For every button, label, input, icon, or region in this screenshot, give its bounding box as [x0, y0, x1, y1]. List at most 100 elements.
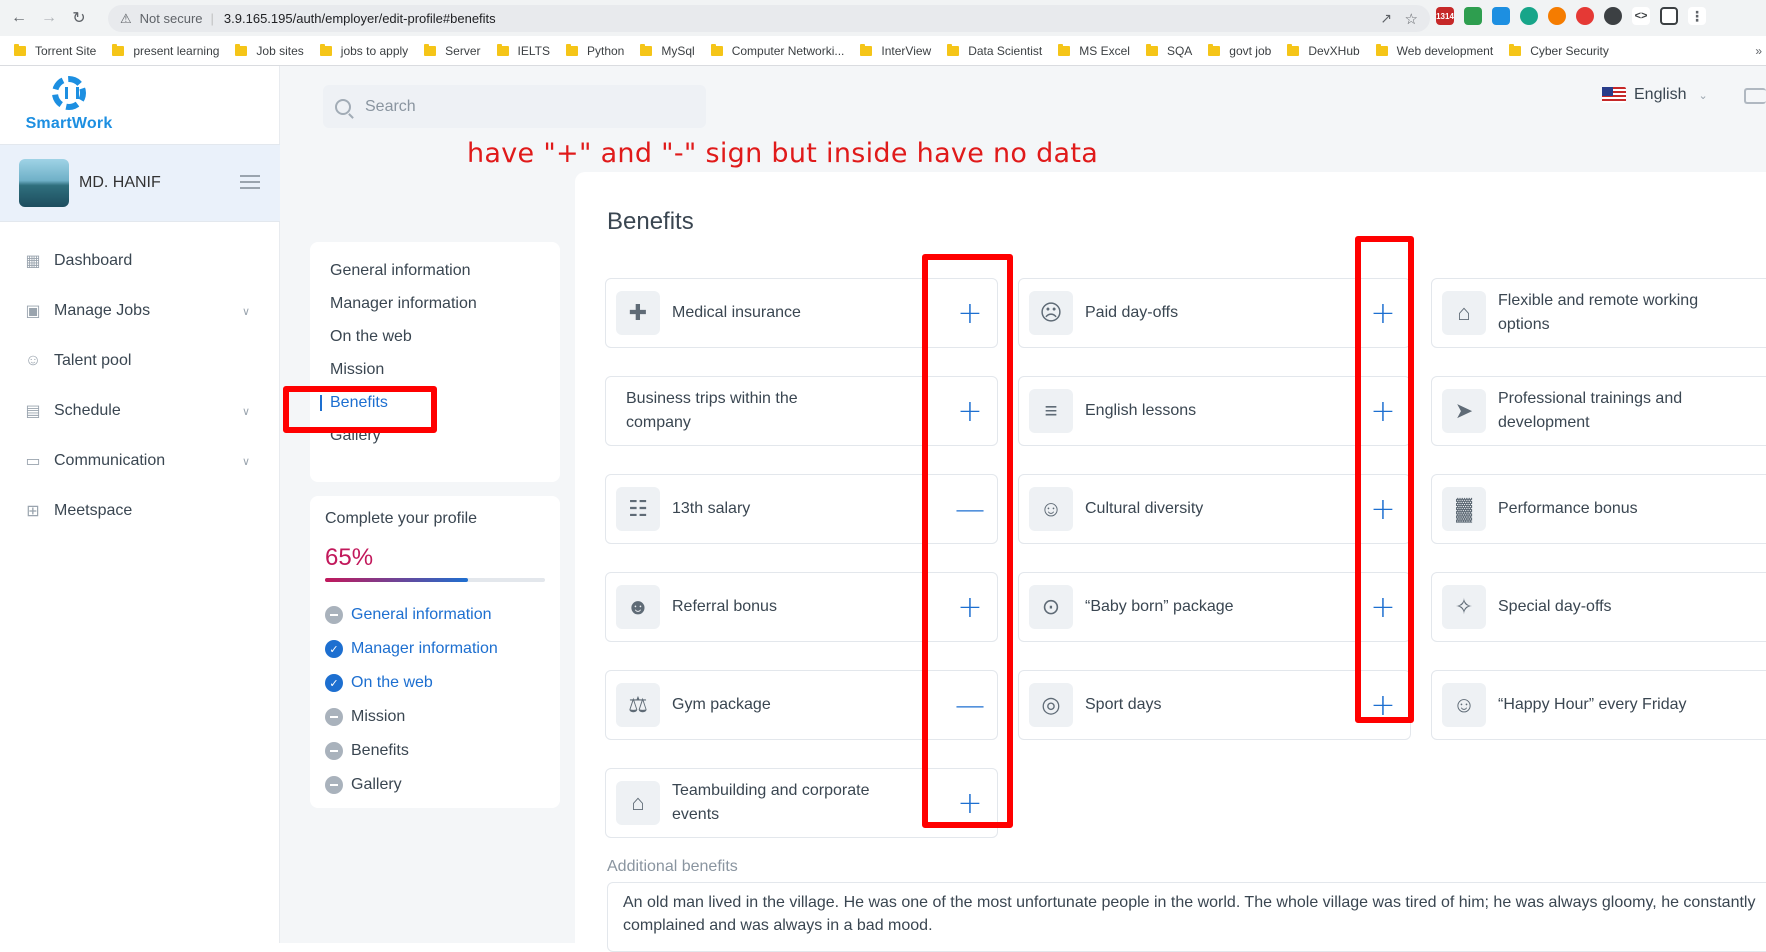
shield-extension-icon[interactable]	[1464, 7, 1482, 25]
benefit-card[interactable]: ✧ Special day-offs	[1431, 572, 1766, 642]
block-extension-icon[interactable]	[1548, 7, 1566, 25]
bookmark-star-icon[interactable]: ☆	[1405, 10, 1418, 28]
mouse-extension-icon[interactable]	[1604, 7, 1622, 25]
benefit-card[interactable]: ◎ Sport days +	[1018, 670, 1411, 740]
profile-nav-manager-information[interactable]: Manager information	[310, 287, 560, 320]
hamburger-menu-icon[interactable]	[240, 175, 260, 193]
url-text[interactable]: 3.9.165.195/auth/employer/edit-profile#b…	[224, 11, 496, 26]
share-icon[interactable]: ↗	[1380, 10, 1392, 27]
profile-nav-mission[interactable]: Mission	[310, 353, 560, 386]
bookmark-item[interactable]: Data Scientist	[947, 43, 1042, 58]
benefit-card[interactable]: ☺ “Happy Hour” every Friday	[1431, 670, 1766, 740]
grammar-extension-icon[interactable]	[1520, 7, 1538, 25]
code-extension-icon[interactable]: <>	[1632, 7, 1650, 25]
sidebar-item-schedule[interactable]: ▤ Schedule ∨	[0, 386, 280, 436]
bookmark-label: present learning	[133, 43, 220, 58]
bookmark-item[interactable]: MS Excel	[1058, 43, 1130, 58]
users-icon: ☻	[616, 585, 660, 629]
sidebar-item-communication[interactable]: ▭ Communication ∨	[0, 436, 280, 486]
benefit-card[interactable]: ☺ Cultural diversity +	[1018, 474, 1411, 544]
bookmark-label: Torrent Site	[35, 43, 97, 58]
additional-benefits-textarea[interactable]: An old man lived in the village. He was …	[607, 882, 1766, 952]
bookmark-item[interactable]: jobs to apply	[319, 43, 409, 58]
benefit-card[interactable]: ⊙ “Baby born” package +	[1018, 572, 1411, 642]
check-circle-icon: ✓	[325, 674, 343, 692]
avatar[interactable]	[19, 159, 69, 207]
bookmark-label: jobs to apply	[340, 43, 409, 58]
benefit-card[interactable]: ≡ English lessons +	[1018, 376, 1411, 446]
bookmark-item[interactable]: present learning	[112, 43, 220, 58]
checklist-item[interactable]: Gallery	[325, 768, 545, 802]
drop-extension-icon[interactable]	[1492, 7, 1510, 25]
smartwork-logo[interactable]: SmartWork	[19, 76, 119, 133]
folder-icon	[235, 43, 248, 56]
checklist-item[interactable]: ✓ Manager information	[325, 632, 545, 666]
profile-nav-on-the-web[interactable]: On the web	[310, 320, 560, 353]
bookmark-item[interactable]: IELTS	[496, 43, 550, 58]
address-bar[interactable]: ⚠ Not secure | 3.9.165.195/auth/employer…	[108, 5, 1430, 32]
bookmark-item[interactable]: DevXHub	[1287, 43, 1360, 58]
benefit-label: Paid day-offs	[1085, 304, 1179, 321]
benefit-label: English lessons	[1085, 402, 1197, 419]
screenshot-extension-icon[interactable]	[1660, 7, 1678, 25]
bookmark-item[interactable]: MySql	[640, 43, 695, 58]
user-box: MD. HANIF	[0, 144, 280, 222]
record-extension-icon[interactable]	[1576, 7, 1594, 25]
benefit-card[interactable]: ⌂ Flexible and remote working options	[1431, 278, 1766, 348]
benefit-card[interactable]: ☹ Paid day-offs +	[1018, 278, 1411, 348]
address-separator: |	[210, 11, 214, 26]
profile-nav-general-information[interactable]: General information	[310, 254, 560, 287]
bookmark-item[interactable]: Server	[424, 43, 481, 58]
sad-face-icon: ☹	[1029, 291, 1073, 335]
folder-icon	[14, 43, 26, 56]
messages-icon[interactable]	[1744, 88, 1766, 104]
checklist-label: Gallery	[351, 776, 402, 793]
checklist-item[interactable]: Mission	[325, 700, 545, 734]
sidebar-item-talent-pool[interactable]: ☺ Talent pool	[0, 336, 280, 386]
sidebar-item-dashboard[interactable]: ▦ Dashboard	[0, 236, 280, 286]
bookmark-item[interactable]: SQA	[1145, 43, 1192, 58]
smile-icon: ☺	[1442, 683, 1486, 727]
plus-square-icon: ⊞	[26, 503, 40, 520]
more-bookmarks-icon[interactable]: »	[1755, 44, 1762, 58]
profile-progress-fill	[325, 578, 468, 582]
language-selector[interactable]: English ⌄	[1602, 86, 1708, 104]
tent-icon: ⌂	[616, 781, 660, 825]
search-placeholder: Search	[365, 97, 416, 115]
benefit-label: Business trips within the company	[626, 390, 798, 431]
house-icon: ⌂	[1442, 291, 1486, 335]
bookmark-item[interactable]: govt job	[1208, 43, 1272, 58]
folder-icon	[640, 43, 653, 56]
more-icon[interactable]: ⋮	[1688, 7, 1706, 25]
bookmark-label: govt job	[1229, 43, 1272, 58]
sidebar-item-manage-jobs[interactable]: ▣ Manage Jobs ∨	[0, 286, 280, 336]
checklist-item[interactable]: Benefits	[325, 734, 545, 768]
back-arrow-icon[interactable]: ←	[8, 7, 30, 29]
search-input[interactable]: Search	[323, 85, 706, 128]
reload-icon[interactable]: ↻	[68, 7, 90, 29]
sidebar-item-meetspace[interactable]: ⊞ Meetspace	[0, 486, 280, 536]
party-icon: ✧	[1442, 585, 1486, 629]
checklist-item[interactable]: ✓ On the web	[325, 666, 545, 700]
bookmark-label: Job sites	[256, 43, 304, 58]
bookmark-item[interactable]: Torrent Site	[14, 43, 97, 58]
gmail-extension-icon[interactable]: 1314	[1436, 7, 1454, 25]
benefit-card[interactable]: ▓ Performance bonus	[1431, 474, 1766, 544]
bookmark-item[interactable]: Computer Networki...	[710, 43, 844, 58]
checklist-item[interactable]: General information	[325, 598, 545, 632]
benefit-card[interactable]: ➤ Professional trainings and development	[1431, 376, 1766, 446]
bookmark-item[interactable]: Cyber Security	[1509, 43, 1609, 58]
benefit-label: Medical insurance	[672, 304, 801, 321]
bookmark-item[interactable]: InterView	[860, 43, 931, 58]
benefits-panel: Benefits Additional benefits An old man …	[575, 172, 1766, 952]
folder-icon	[1145, 43, 1158, 56]
sidebar: SmartWork MD. HANIF ▦ Dashboard ▣ Manage Jo…	[0, 66, 280, 943]
bookmark-item[interactable]: Web development	[1375, 43, 1493, 58]
stroller-icon: ⊙	[1029, 585, 1073, 629]
search-icon	[335, 98, 351, 115]
bookmark-item[interactable]: Python	[565, 43, 624, 58]
benefit-label: Special day-offs	[1498, 598, 1612, 615]
bookmark-item[interactable]: Job sites	[235, 43, 304, 58]
forward-arrow-icon[interactable]: →	[38, 7, 60, 29]
folder-icon	[424, 43, 437, 56]
